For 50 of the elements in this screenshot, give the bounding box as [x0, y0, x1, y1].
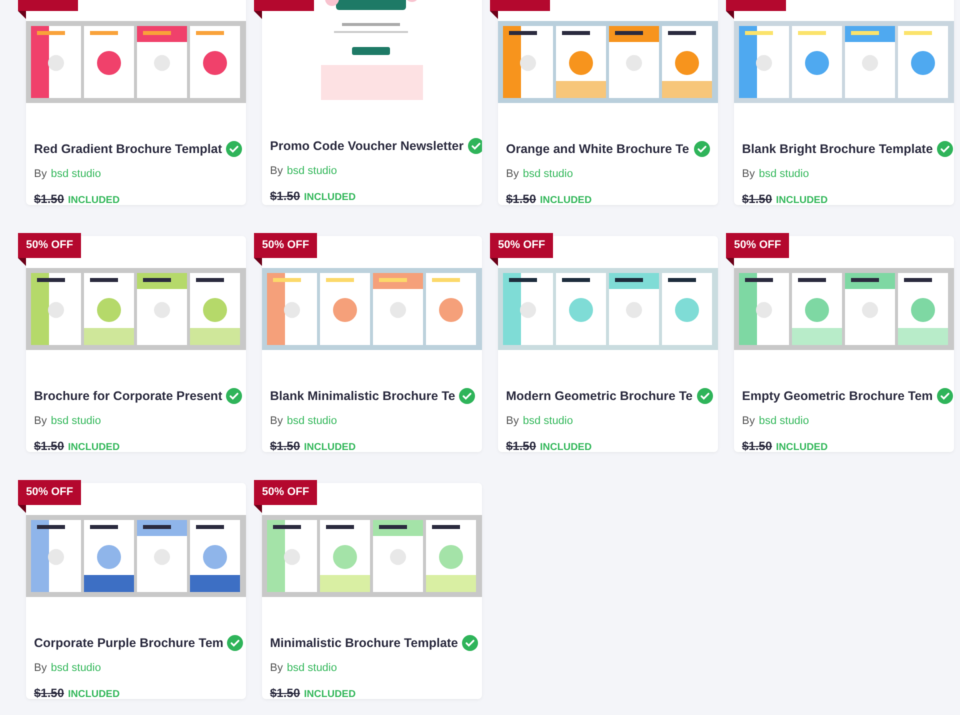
discount-ribbon: 50% OFF [18, 233, 82, 266]
by-label: By [270, 414, 283, 429]
by-label: By [34, 166, 47, 182]
old-price: $1.50 [270, 438, 300, 452]
product-title[interactable]: Corporate Purple Brochure Tem [34, 634, 224, 653]
discount-ribbon: 50% OFF [18, 480, 82, 513]
included-label: INCLUDED [68, 194, 120, 205]
old-price: $1.50 [506, 438, 536, 452]
product-title[interactable]: Promo Code Voucher Newsletter [270, 136, 464, 156]
by-label: By [34, 660, 47, 676]
included-label: INCLUDED [776, 441, 828, 452]
product-title[interactable]: Minimalistic Brochure Template [270, 634, 458, 653]
old-price: $1.50 [742, 191, 772, 205]
discount-ribbon: 50% OFF [490, 233, 554, 266]
old-price: $1.50 [270, 685, 300, 699]
included-label: INCLUDED [304, 688, 356, 699]
included-label: INCLUDED [304, 441, 356, 452]
by-label: By [742, 414, 755, 429]
old-price: $1.50 [34, 438, 64, 452]
discount-ribbon: 50% OFF [254, 480, 318, 513]
by-label: By [270, 660, 283, 676]
product-card[interactable]: Orange and White Brochure Te By bsd studio $1.50 INCLUDED [498, 0, 718, 205]
by-label: By [742, 166, 755, 182]
included-label: INCLUDED [776, 194, 828, 205]
included-label: INCLUDED [68, 688, 120, 699]
product-card[interactable]: Red Gradient Brochure Templat By bsd studio $1.50 INCLUDED [26, 0, 246, 205]
included-label: INCLUDED [68, 441, 120, 452]
discount-ribbon: 50% OFF [726, 233, 790, 266]
product-title[interactable]: Blank Minimalistic Brochure Te [270, 387, 456, 406]
product-title[interactable]: Empty Geometric Brochure Tem [742, 387, 933, 406]
included-label: INCLUDED [540, 194, 592, 205]
product-title[interactable]: Blank Bright Brochure Template [742, 140, 933, 159]
product-title[interactable]: Brochure for Corporate Present [34, 387, 222, 406]
old-price: $1.50 [270, 188, 300, 205]
discount-ribbon: 50% OFF [254, 233, 318, 266]
included-label: INCLUDED [540, 441, 592, 452]
product-title[interactable]: Orange and White Brochure Te [506, 140, 690, 159]
old-price: $1.50 [506, 191, 536, 205]
product-title[interactable]: Red Gradient Brochure Templat [34, 140, 222, 159]
product-title[interactable]: Modern Geometric Brochure Te [506, 387, 693, 406]
by-label: By [270, 164, 283, 178]
by-label: By [506, 166, 519, 182]
old-price: $1.50 [34, 191, 64, 205]
product-card[interactable]: Promo Code Voucher Newsletter By bsd studio $1.50 INCLUDED [262, 0, 482, 205]
product-card[interactable]: Blank Bright Brochure Template By bsd studio $1.50 INCLUDED [734, 0, 954, 205]
by-label: By [34, 414, 47, 429]
old-price: $1.50 [34, 685, 64, 699]
by-label: By [506, 414, 519, 429]
old-price: $1.50 [742, 438, 772, 452]
included-label: INCLUDED [304, 191, 356, 205]
